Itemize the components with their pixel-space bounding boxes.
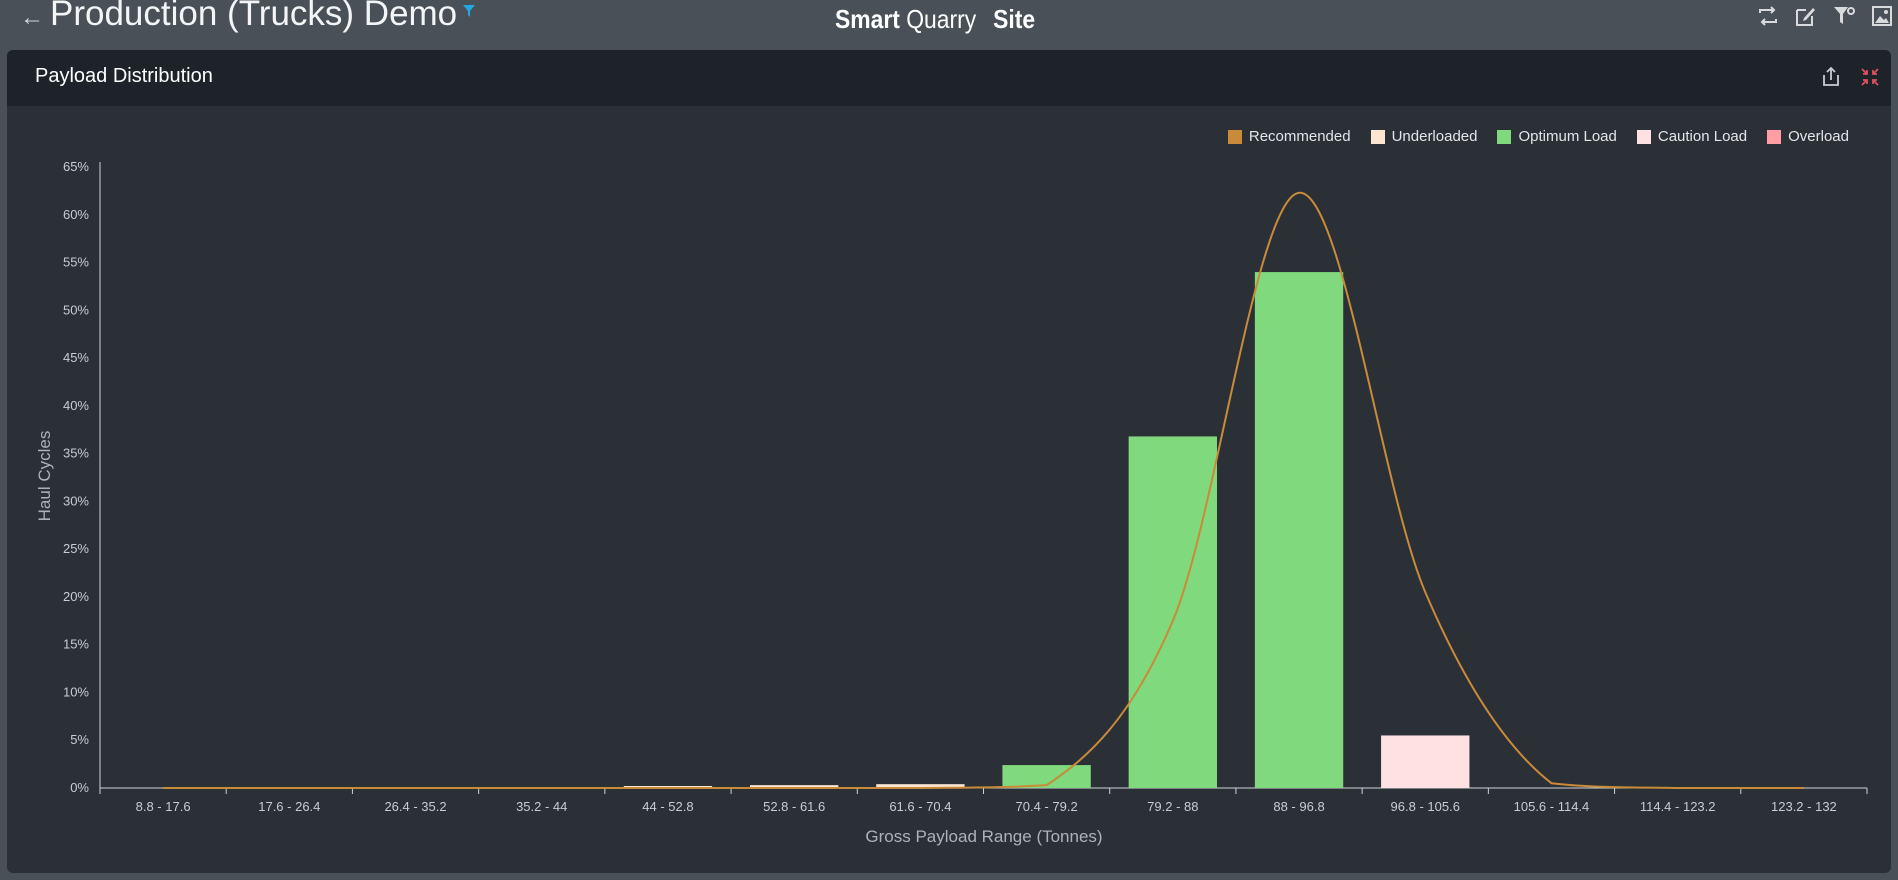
legend-item[interactable]: Caution Load xyxy=(1636,128,1748,145)
image-export-icon[interactable] xyxy=(1870,4,1894,28)
legend-swatch xyxy=(1497,129,1512,144)
y-tick-label: 45% xyxy=(63,350,89,365)
y-tick-label: 50% xyxy=(63,302,89,317)
y-axis-title: Haul Cycles xyxy=(35,431,54,522)
brand-logo: Smart Quarry Site xyxy=(835,4,1035,35)
x-tick-label: 105.6 - 114.4 xyxy=(1514,799,1590,814)
bar xyxy=(1381,735,1470,788)
bar xyxy=(1128,436,1217,788)
legend-item[interactable]: Optimum Load xyxy=(1497,128,1617,145)
x-tick-label: 123.2 - 132 xyxy=(1771,799,1837,814)
x-tick-label: 79.2 - 88 xyxy=(1147,799,1198,814)
x-tick-label: 88 - 96.8 xyxy=(1273,799,1324,814)
x-tick-label: 26.4 - 35.2 xyxy=(384,799,446,814)
x-tick-label: 96.8 - 105.6 xyxy=(1391,799,1460,814)
y-tick-label: 40% xyxy=(63,398,89,413)
x-tick-label: 35.2 - 44 xyxy=(516,799,567,814)
payload-histogram-chart: Haul Cycles Gross Payload Range (Tonnes)… xyxy=(35,159,1868,846)
legend-label: Optimum Load xyxy=(1518,128,1617,145)
page-title: Production (Trucks) Demo xyxy=(50,0,458,33)
y-tick-label: 25% xyxy=(63,541,89,556)
y-tick-label: 20% xyxy=(63,589,89,604)
bar xyxy=(1254,272,1344,788)
x-tick-label: 8.8 - 17.6 xyxy=(136,799,191,814)
legend-label: Underloaded xyxy=(1391,128,1478,145)
back-arrow-icon[interactable]: ← xyxy=(20,4,44,32)
y-tick-label: 30% xyxy=(63,493,89,508)
x-tick-label: 52.8 - 61.6 xyxy=(763,799,825,814)
legend-swatch xyxy=(1636,129,1651,144)
x-tick-label: 17.6 - 26.4 xyxy=(258,799,320,814)
x-tick-label: 114.4 - 123.2 xyxy=(1640,799,1716,814)
filter-active-icon[interactable] xyxy=(462,4,476,18)
y-tick-label: 5% xyxy=(70,732,89,747)
x-axis-title: Gross Payload Range (Tonnes) xyxy=(865,827,1102,846)
y-tick-label: 65% xyxy=(63,159,89,174)
y-tick-label: 55% xyxy=(63,255,89,270)
brand-bold: Smart xyxy=(835,4,900,34)
top-bar: ← Production (Trucks) Demo Smart Quarry … xyxy=(0,0,1898,48)
legend-swatch xyxy=(1227,129,1242,144)
legend-label: Caution Load xyxy=(1657,128,1748,145)
y-tick-label: 0% xyxy=(70,780,89,795)
recommended-curve xyxy=(163,191,1804,790)
site-label: Site xyxy=(993,4,1036,34)
x-tick-label: 61.6 - 70.4 xyxy=(889,799,951,814)
chart-legend: Recommended Underloaded Optimum Load Cautio… xyxy=(1227,128,1849,145)
top-toolbar xyxy=(1756,4,1894,28)
y-tick-label: 15% xyxy=(63,637,89,652)
brand-regular: Quarry xyxy=(906,4,977,34)
legend-item[interactable]: Overload xyxy=(1767,128,1849,145)
legend-swatch xyxy=(1767,129,1782,144)
edit-icon[interactable] xyxy=(1794,4,1818,28)
legend-swatch xyxy=(1370,129,1385,144)
y-tick-label: 35% xyxy=(63,446,89,461)
legend-label: Recommended xyxy=(1248,128,1351,145)
x-tick-label: 70.4 - 79.2 xyxy=(1016,799,1078,814)
legend-item[interactable]: Underloaded xyxy=(1370,128,1478,145)
filter-settings-icon[interactable] xyxy=(1832,4,1856,28)
payload-distribution-panel: Payload Distribution Haul Cycles Gross P… xyxy=(7,50,1891,873)
legend-item[interactable]: Recommended xyxy=(1227,128,1351,145)
y-tick-label: 10% xyxy=(63,684,89,699)
x-tick-label: 44 - 52.8 xyxy=(642,799,693,814)
legend-label: Overload xyxy=(1788,128,1849,145)
y-tick-label: 60% xyxy=(63,207,89,222)
swap-icon[interactable] xyxy=(1756,4,1780,28)
